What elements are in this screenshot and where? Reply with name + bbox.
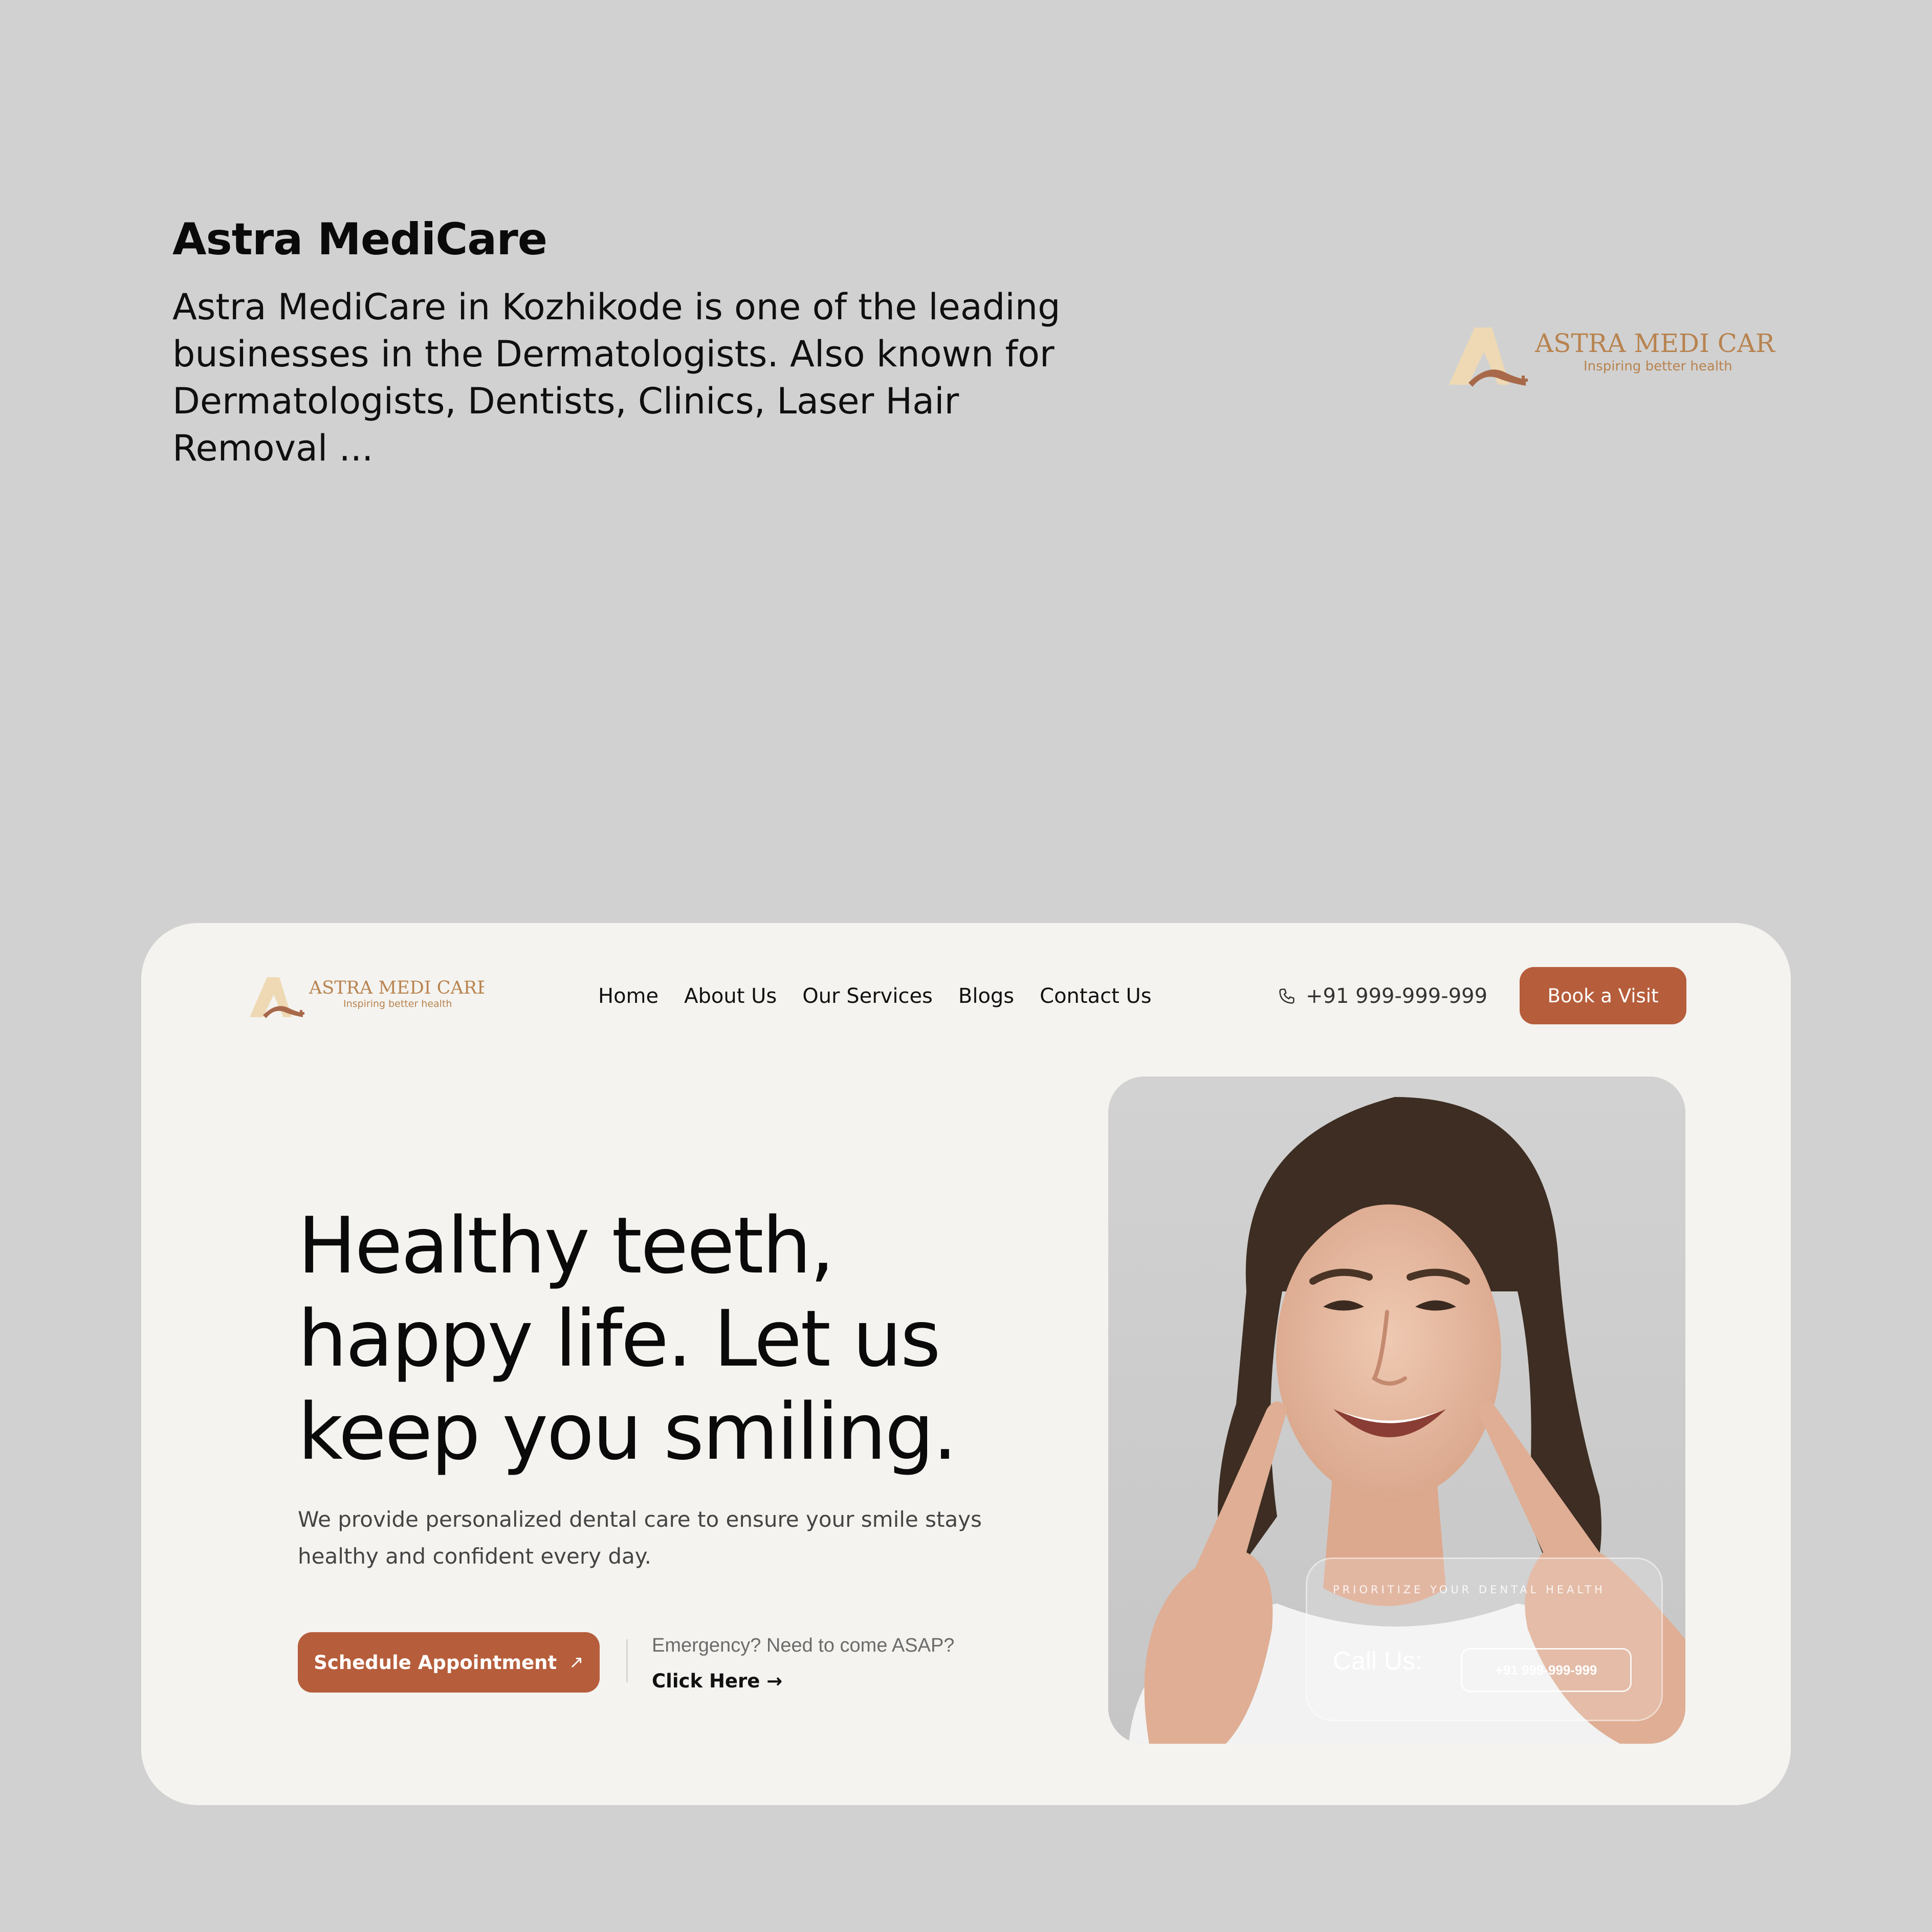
phone-icon [1279,989,1294,1004]
header-phone[interactable]: +91 999-999-999 [1277,980,1487,1012]
nav-contact-us[interactable]: Contact Us [1040,980,1151,1012]
header-phone-number: +91 999-999-999 [1306,984,1488,1008]
astra-logo: ASTRA MEDI CARE Inspiring better health [1449,327,1775,387]
nav-blogs[interactable]: Blogs [958,980,1014,1012]
divider [626,1639,628,1682]
emergency-text: Emergency? Need to come ASAP? [652,1635,955,1656]
schedule-appointment-button[interactable]: Schedule Appointment ↗ [298,1632,600,1693]
call-phone-button[interactable]: +91 999-999-999 [1461,1648,1632,1692]
svg-text:Inspiring better health: Inspiring better health [343,998,452,1009]
main-nav: Home About Us Our Services Blogs Contact… [598,980,1152,1012]
book-visit-button[interactable]: Book a Visit [1520,967,1686,1024]
hero-subtitle: We provide personalized dental care to e… [298,1507,982,1569]
svg-text:Inspiring better health: Inspiring better health [1584,359,1732,374]
business-title: Astra MediCare [172,214,547,265]
landing-card: ASTRA MEDI CARE Inspiring better health … [141,923,1791,1805]
arrow-up-right-icon: ↗ [569,1652,584,1673]
hero-photo: PRIORITIZE YOUR DENTAL HEALTH Call Us: +… [1108,1077,1685,1744]
call-us-card: PRIORITIZE YOUR DENTAL HEALTH Call Us: +… [1306,1557,1663,1721]
nav-about-us[interactable]: About Us [684,980,777,1012]
call-card-label: PRIORITIZE YOUR DENTAL HEALTH [1333,1584,1606,1596]
schedule-appointment-label: Schedule Appointment [314,1651,557,1674]
card-logo[interactable]: ASTRA MEDI CARE Inspiring better health [249,972,484,1023]
click-here-link[interactable]: Click Here → [652,1668,782,1695]
svg-text:ASTRA MEDI CARE: ASTRA MEDI CARE [309,978,484,998]
nav-home[interactable]: Home [598,980,658,1012]
call-us-label: Call Us: [1333,1646,1423,1675]
nav-our-services[interactable]: Our Services [802,980,933,1012]
hero-title: Healthy teeth, happy life. Let us keep y… [298,1200,957,1477]
svg-text:ASTRA MEDI CARE: ASTRA MEDI CARE [1534,328,1775,358]
business-description: Astra MediCare in Kozhikode is one of th… [172,286,1061,469]
